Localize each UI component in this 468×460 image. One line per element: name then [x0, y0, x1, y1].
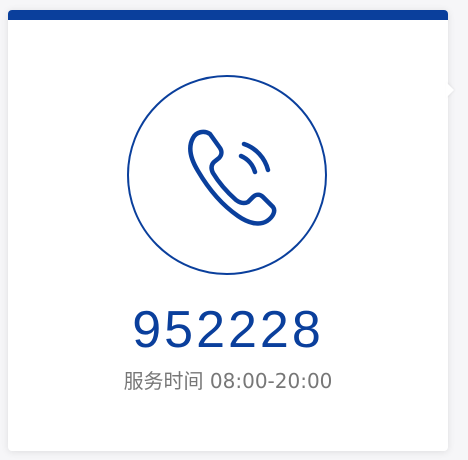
phone-call-icon — [188, 129, 277, 226]
card-accent-bar — [8, 10, 448, 20]
side-pointer-notch — [446, 82, 454, 98]
hotline-number: 952228 — [132, 301, 324, 359]
service-hours-text: 服务时间 08:00-20:00 — [123, 369, 333, 393]
page-background: 952228 服务时间 08:00-20:00 — [0, 0, 468, 460]
contact-card: 952228 服务时间 08:00-20:00 — [8, 10, 448, 451]
